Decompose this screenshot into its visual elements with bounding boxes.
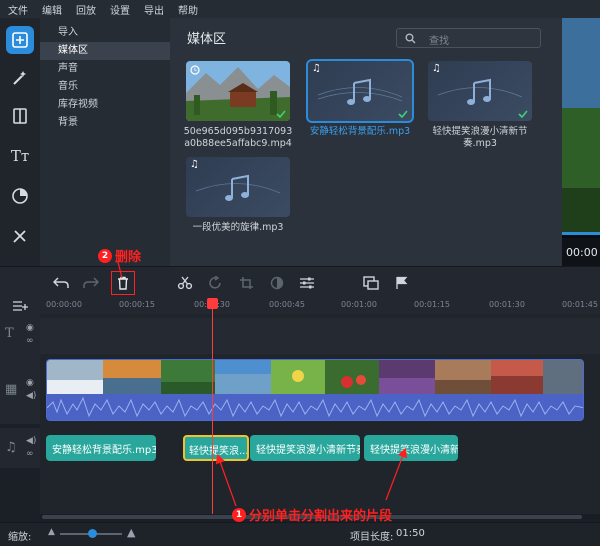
annotation-arrows: [117, 261, 407, 507]
step-badge: 1: [232, 507, 246, 522]
split-annotation: 1 分别单击分割出来的片段: [232, 505, 392, 524]
split-annotation-text: 分别单击分割出来的片段: [249, 509, 393, 524]
